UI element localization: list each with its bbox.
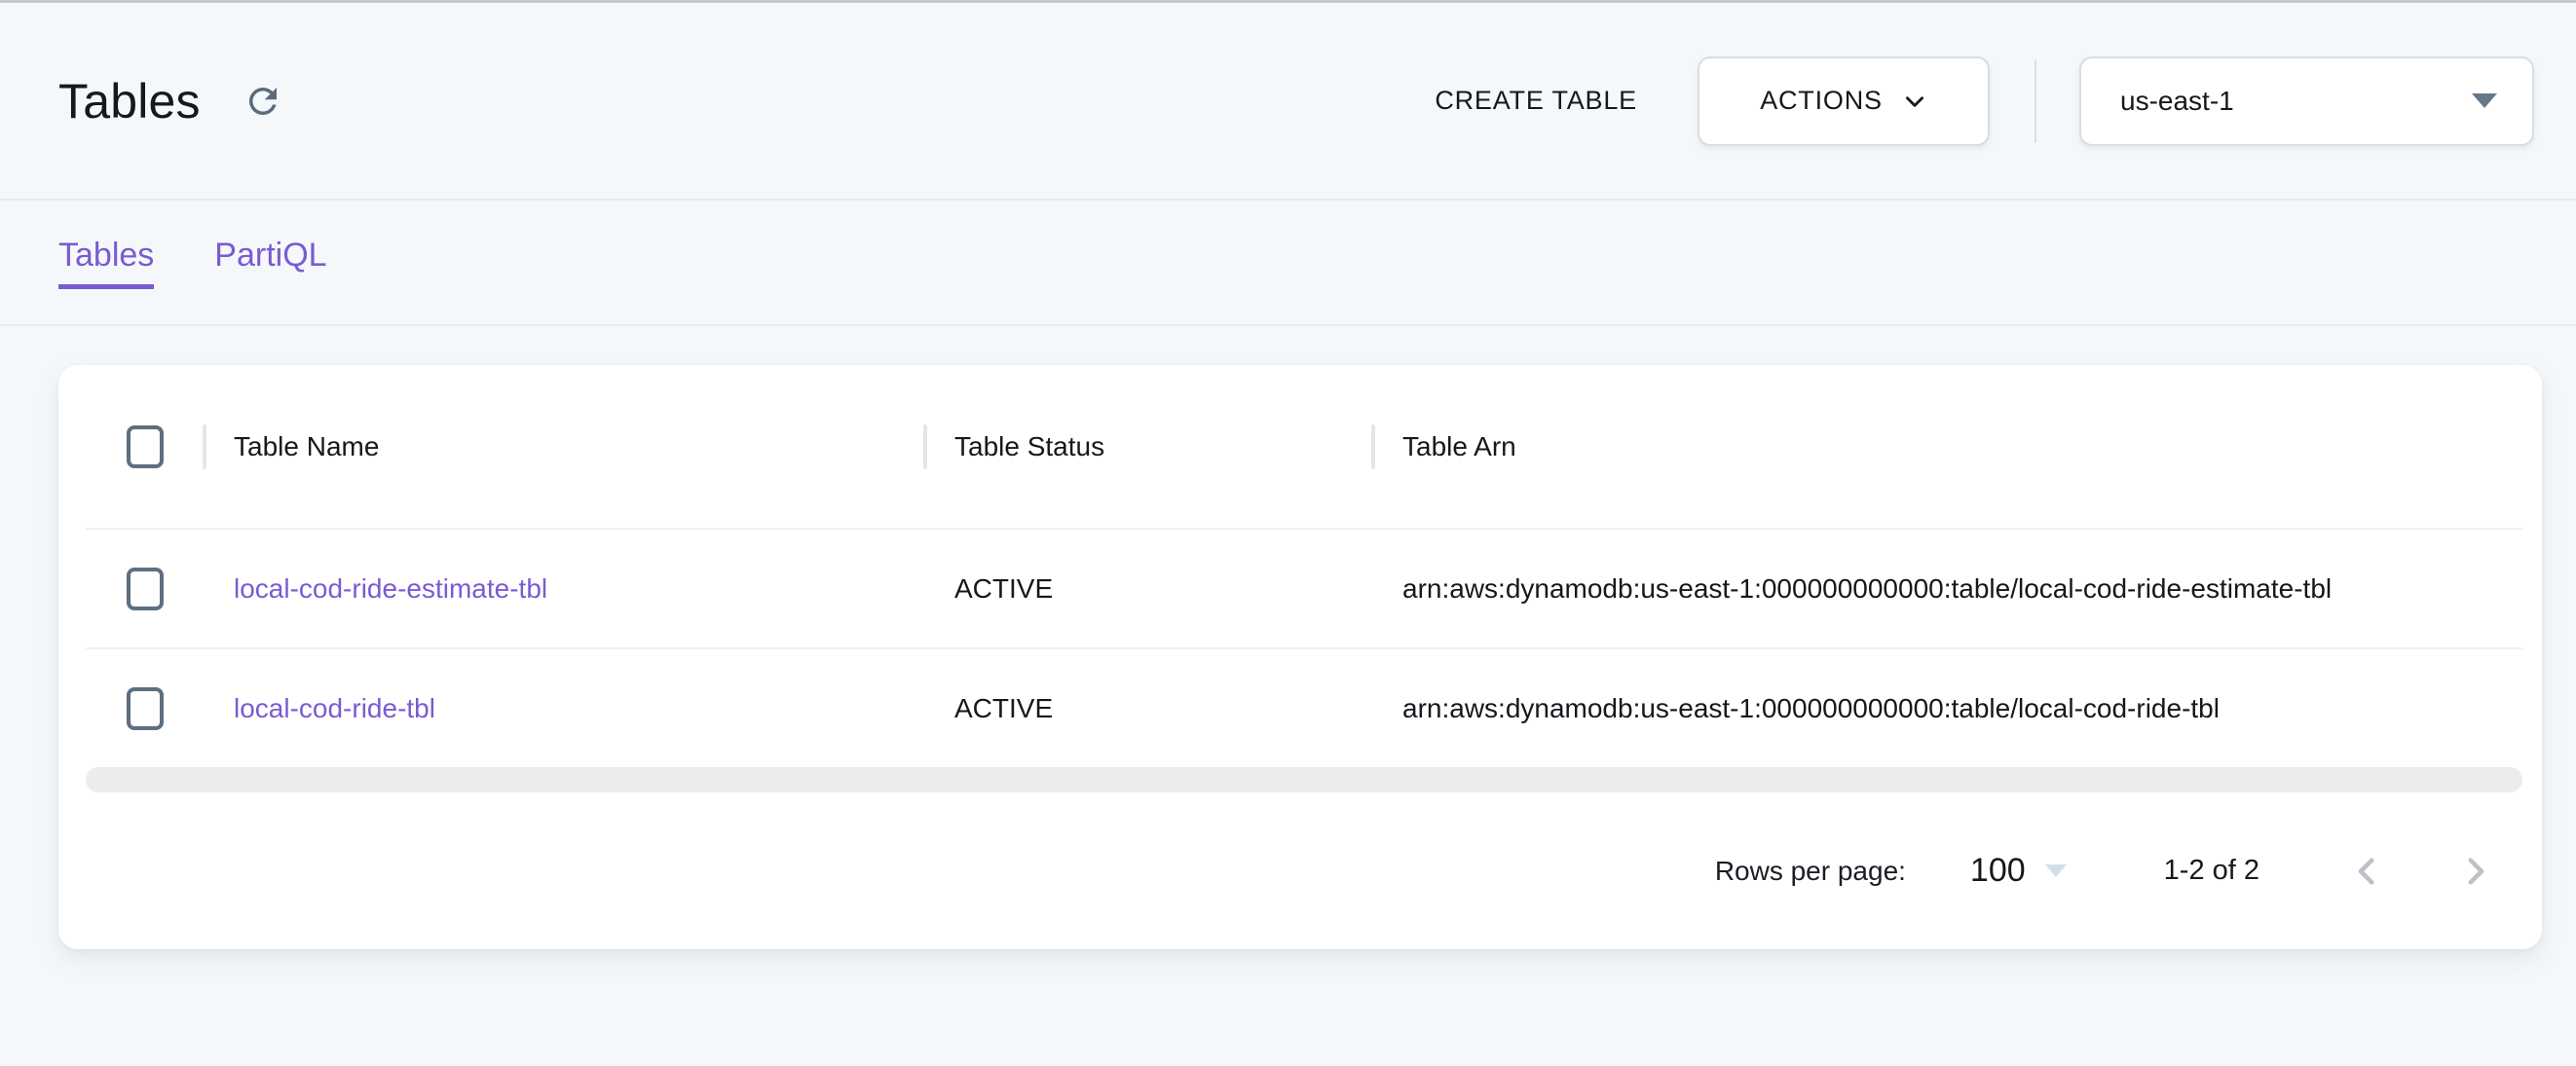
- header-title-group: Tables: [58, 73, 288, 129]
- row-select-cell: [86, 568, 203, 610]
- page-title: Tables: [58, 73, 201, 129]
- column-header-table-status: Table Status: [923, 365, 1371, 528]
- column-header-label: Table Name: [206, 431, 379, 462]
- table-status-cell: ACTIVE: [923, 573, 1371, 605]
- table-name-cell: local-cod-ride-tbl: [203, 693, 923, 724]
- pagination-bar: Rows per page: 100 1-2 of 2: [86, 792, 2522, 949]
- chevron-left-icon: [2351, 855, 2384, 888]
- row-select-cell: [86, 687, 203, 730]
- column-header-table-arn: Table Arn: [1371, 365, 2522, 528]
- region-select[interactable]: us-east-1: [2079, 56, 2534, 146]
- chevron-down-icon: [1902, 89, 1927, 114]
- table-arn-cell: arn:aws:dynamodb:us-east-1:000000000000:…: [1371, 693, 2522, 724]
- table-name-link[interactable]: local-cod-ride-tbl: [234, 693, 435, 723]
- table-row: local-cod-ride-estimate-tbl ACTIVE arn:a…: [86, 528, 2522, 647]
- tab-tables[interactable]: Tables: [58, 237, 154, 289]
- select-all-checkbox[interactable]: [127, 425, 164, 468]
- row-checkbox[interactable]: [127, 687, 164, 730]
- caret-down-icon: [2472, 93, 2497, 108]
- actions-dropdown-label: ACTIONS: [1760, 86, 1883, 116]
- page-header: Tables CREATE TABLE ACTIONS us-east-1: [0, 3, 2576, 201]
- rows-per-page-value: 100: [1970, 852, 2026, 890]
- rows-per-page-select[interactable]: 100: [1970, 852, 2067, 890]
- create-table-button[interactable]: CREATE TABLE: [1435, 86, 1637, 116]
- caret-down-icon: [2045, 864, 2067, 877]
- chevron-right-icon: [2458, 855, 2491, 888]
- rows-per-page-label: Rows per page:: [1715, 856, 1906, 887]
- column-header-label: Table Arn: [1375, 431, 1516, 462]
- horizontal-scrollbar[interactable]: [86, 767, 2522, 792]
- table-name-cell: local-cod-ride-estimate-tbl: [203, 573, 923, 605]
- table-status-cell: ACTIVE: [923, 693, 1371, 724]
- actions-dropdown-button[interactable]: ACTIONS: [1698, 56, 1990, 146]
- next-page-button[interactable]: [2452, 849, 2497, 894]
- region-select-value: us-east-1: [2120, 86, 2234, 117]
- table-header-row: Table Name Table Status Table Arn: [86, 365, 2522, 528]
- tab-bar: Tables PartiQL: [0, 201, 2576, 326]
- select-all-cell: [86, 425, 203, 468]
- table-row: local-cod-ride-tbl ACTIVE arn:aws:dynamo…: [86, 647, 2522, 767]
- tab-partiql[interactable]: PartiQL: [214, 237, 326, 289]
- previous-page-button[interactable]: [2345, 849, 2390, 894]
- pagination-range-label: 1-2 of 2: [2164, 855, 2259, 887]
- tables-card: Table Name Table Status Table Arn local-…: [58, 365, 2542, 949]
- refresh-button[interactable]: [238, 76, 288, 127]
- column-header-label: Table Status: [927, 431, 1104, 462]
- refresh-icon: [243, 81, 283, 122]
- table-arn-cell: arn:aws:dynamodb:us-east-1:000000000000:…: [1371, 573, 2522, 605]
- header-vertical-divider: [2035, 59, 2036, 143]
- table-name-link[interactable]: local-cod-ride-estimate-tbl: [234, 573, 547, 604]
- header-actions-group: CREATE TABLE ACTIONS us-east-1: [1435, 56, 2534, 146]
- row-checkbox[interactable]: [127, 568, 164, 610]
- column-header-table-name: Table Name: [203, 365, 923, 528]
